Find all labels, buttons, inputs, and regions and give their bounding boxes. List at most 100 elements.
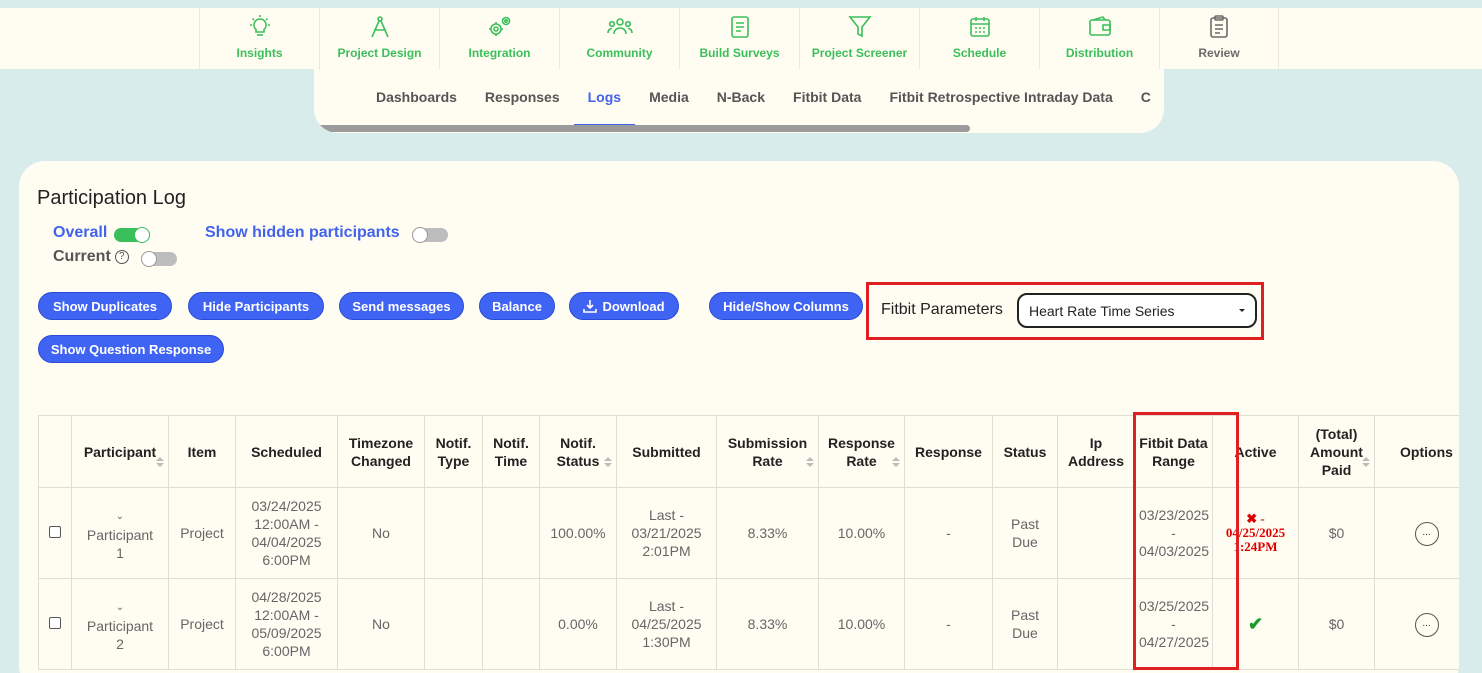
horizontal-scrollbar[interactable]: [314, 125, 970, 132]
scheduled-line: 12:00AM -: [254, 607, 319, 623]
nav-label: Distribution: [1065, 46, 1134, 60]
row-select-cell: [38, 578, 72, 670]
participant-cell[interactable]: ⌄ Participant 2: [71, 578, 169, 670]
nav-integration[interactable]: Integration: [439, 8, 559, 69]
submitted-line: 1:30PM: [642, 634, 691, 650]
submission-rate-cell: 8.33%: [716, 578, 819, 670]
tab-fitbit-data[interactable]: Fitbit Data: [779, 69, 875, 126]
tab-dashboards[interactable]: Dashboards: [362, 69, 471, 126]
participant-number: 2: [116, 635, 124, 652]
scheduled-line: 03/24/2025: [251, 498, 322, 514]
row-checkbox[interactable]: [49, 526, 61, 538]
chevron-down-icon[interactable]: ⌄: [116, 602, 124, 613]
nav-build-surveys[interactable]: Build Surveys: [679, 8, 799, 69]
fitbit-selected-value: Heart Rate Time Series: [1029, 303, 1175, 319]
range-line: -: [1171, 525, 1176, 541]
show-question-response-button[interactable]: Show Question Response: [38, 335, 224, 363]
nav-distribution[interactable]: Distribution: [1039, 8, 1159, 69]
header-submitted: Submitted: [616, 415, 717, 488]
header-label: (Total): [1315, 425, 1358, 442]
nav-community[interactable]: Community: [559, 8, 679, 69]
header-label: Rate: [752, 452, 783, 469]
header-label: Changed: [351, 452, 411, 469]
tab-fitbit-retrospective[interactable]: Fitbit Retrospective Intraday Data: [875, 69, 1126, 126]
participant-cell[interactable]: ⌄ Participant 1: [71, 487, 169, 579]
status-line: Due: [1012, 625, 1038, 641]
header-submission-rate[interactable]: Submission Rate: [716, 415, 819, 488]
people-icon: [606, 18, 633, 35]
toggle-knob: [134, 227, 150, 243]
header-label: Notif.: [493, 434, 529, 451]
response-cell: -: [904, 578, 993, 670]
nav-label: Schedule: [952, 46, 1007, 60]
active-cell: ✔: [1212, 578, 1299, 670]
sort-icon[interactable]: [892, 457, 900, 467]
header-participant[interactable]: Participant: [71, 415, 169, 488]
timezone-changed-cell: No: [337, 578, 425, 670]
row-checkbox[interactable]: [49, 617, 61, 629]
sort-icon[interactable]: [156, 457, 164, 467]
current-toggle[interactable]: [141, 251, 177, 267]
submitted-cell: Last - 03/21/2025 2:01PM: [616, 487, 717, 579]
submitted-line: 2:01PM: [642, 543, 691, 559]
participation-table: Participant Item Scheduled Timezone Chang…: [38, 415, 1459, 670]
nav-review[interactable]: Review: [1159, 8, 1279, 69]
sort-icon[interactable]: [1362, 457, 1370, 467]
ip-address-cell: [1057, 487, 1135, 579]
hide-show-columns-button[interactable]: Hide/Show Columns: [709, 292, 863, 320]
chevron-down-icon[interactable]: ⌄: [116, 511, 124, 522]
download-button[interactable]: Download: [569, 292, 679, 320]
tab-n-back[interactable]: N-Back: [703, 69, 779, 126]
tab-responses[interactable]: Responses: [471, 69, 574, 126]
header-response: Response: [904, 415, 993, 488]
participant-number: 1: [116, 544, 124, 561]
hide-participants-button[interactable]: Hide Participants: [188, 292, 324, 320]
ip-address-cell: [1057, 578, 1135, 670]
tab-media[interactable]: Media: [635, 69, 703, 126]
header-amount-paid[interactable]: (Total) Amount Paid: [1298, 415, 1375, 488]
tab-overflow[interactable]: C: [1127, 69, 1164, 126]
nav-insights[interactable]: Insights: [199, 8, 319, 69]
gears-icon: [488, 16, 510, 36]
show-hidden-toggle[interactable]: [412, 227, 448, 243]
nav-project-design[interactable]: Project Design: [319, 8, 439, 69]
nav-label: Integration: [468, 46, 531, 60]
nav-schedule[interactable]: Schedule: [919, 8, 1039, 69]
amount-paid-cell: $0: [1298, 487, 1375, 579]
header-label: Paid: [1321, 461, 1352, 478]
options-cell: ...: [1374, 578, 1459, 670]
inactive-time: 1:24PM: [1233, 539, 1278, 554]
options-button[interactable]: ...: [1414, 612, 1439, 637]
checkmark-icon: ✔: [1247, 613, 1264, 634]
table-row: ⌄ Participant 2 Project 04/28/2025 12:00AM …: [38, 578, 1459, 670]
scheduled-line: 04/04/2025: [251, 534, 322, 550]
lightbulb-icon: [249, 15, 270, 36]
header-notif-status[interactable]: Notif. Status: [539, 415, 617, 488]
range-line: 03/23/2025: [1139, 507, 1210, 523]
response-rate-cell: 10.00%: [818, 578, 905, 670]
sort-icon[interactable]: [604, 457, 612, 467]
show-duplicates-button[interactable]: Show Duplicates: [38, 292, 172, 320]
header-label: Type: [437, 452, 470, 469]
overall-toggle[interactable]: [114, 227, 150, 243]
notif-status-cell: 100.00%: [539, 487, 617, 579]
send-messages-button[interactable]: Send messages: [339, 292, 464, 320]
download-label: Download: [602, 298, 665, 314]
sort-icon[interactable]: [806, 457, 814, 467]
help-icon[interactable]: ?: [114, 250, 129, 264]
submitted-line: Last -: [648, 507, 684, 523]
fitbit-parameters-select[interactable]: Heart Rate Time Series: [1017, 293, 1257, 328]
header-item: Item: [168, 415, 236, 488]
header-label: Rate: [846, 452, 877, 469]
header-label: Notif.: [435, 434, 472, 451]
submitted-line: 03/21/2025: [631, 525, 702, 541]
header-response-rate[interactable]: Response Rate: [818, 415, 905, 488]
notif-status-cell: 0.00%: [539, 578, 617, 670]
tab-logs[interactable]: Logs: [573, 69, 636, 126]
current-label: Current?: [53, 248, 129, 266]
nav-project-screener[interactable]: Project Screener: [799, 8, 919, 69]
options-button[interactable]: ...: [1414, 521, 1439, 546]
balance-button[interactable]: Balance: [479, 292, 555, 320]
nav-label: Project Screener: [811, 46, 908, 60]
scheduled-line: 12:00AM -: [254, 516, 319, 532]
